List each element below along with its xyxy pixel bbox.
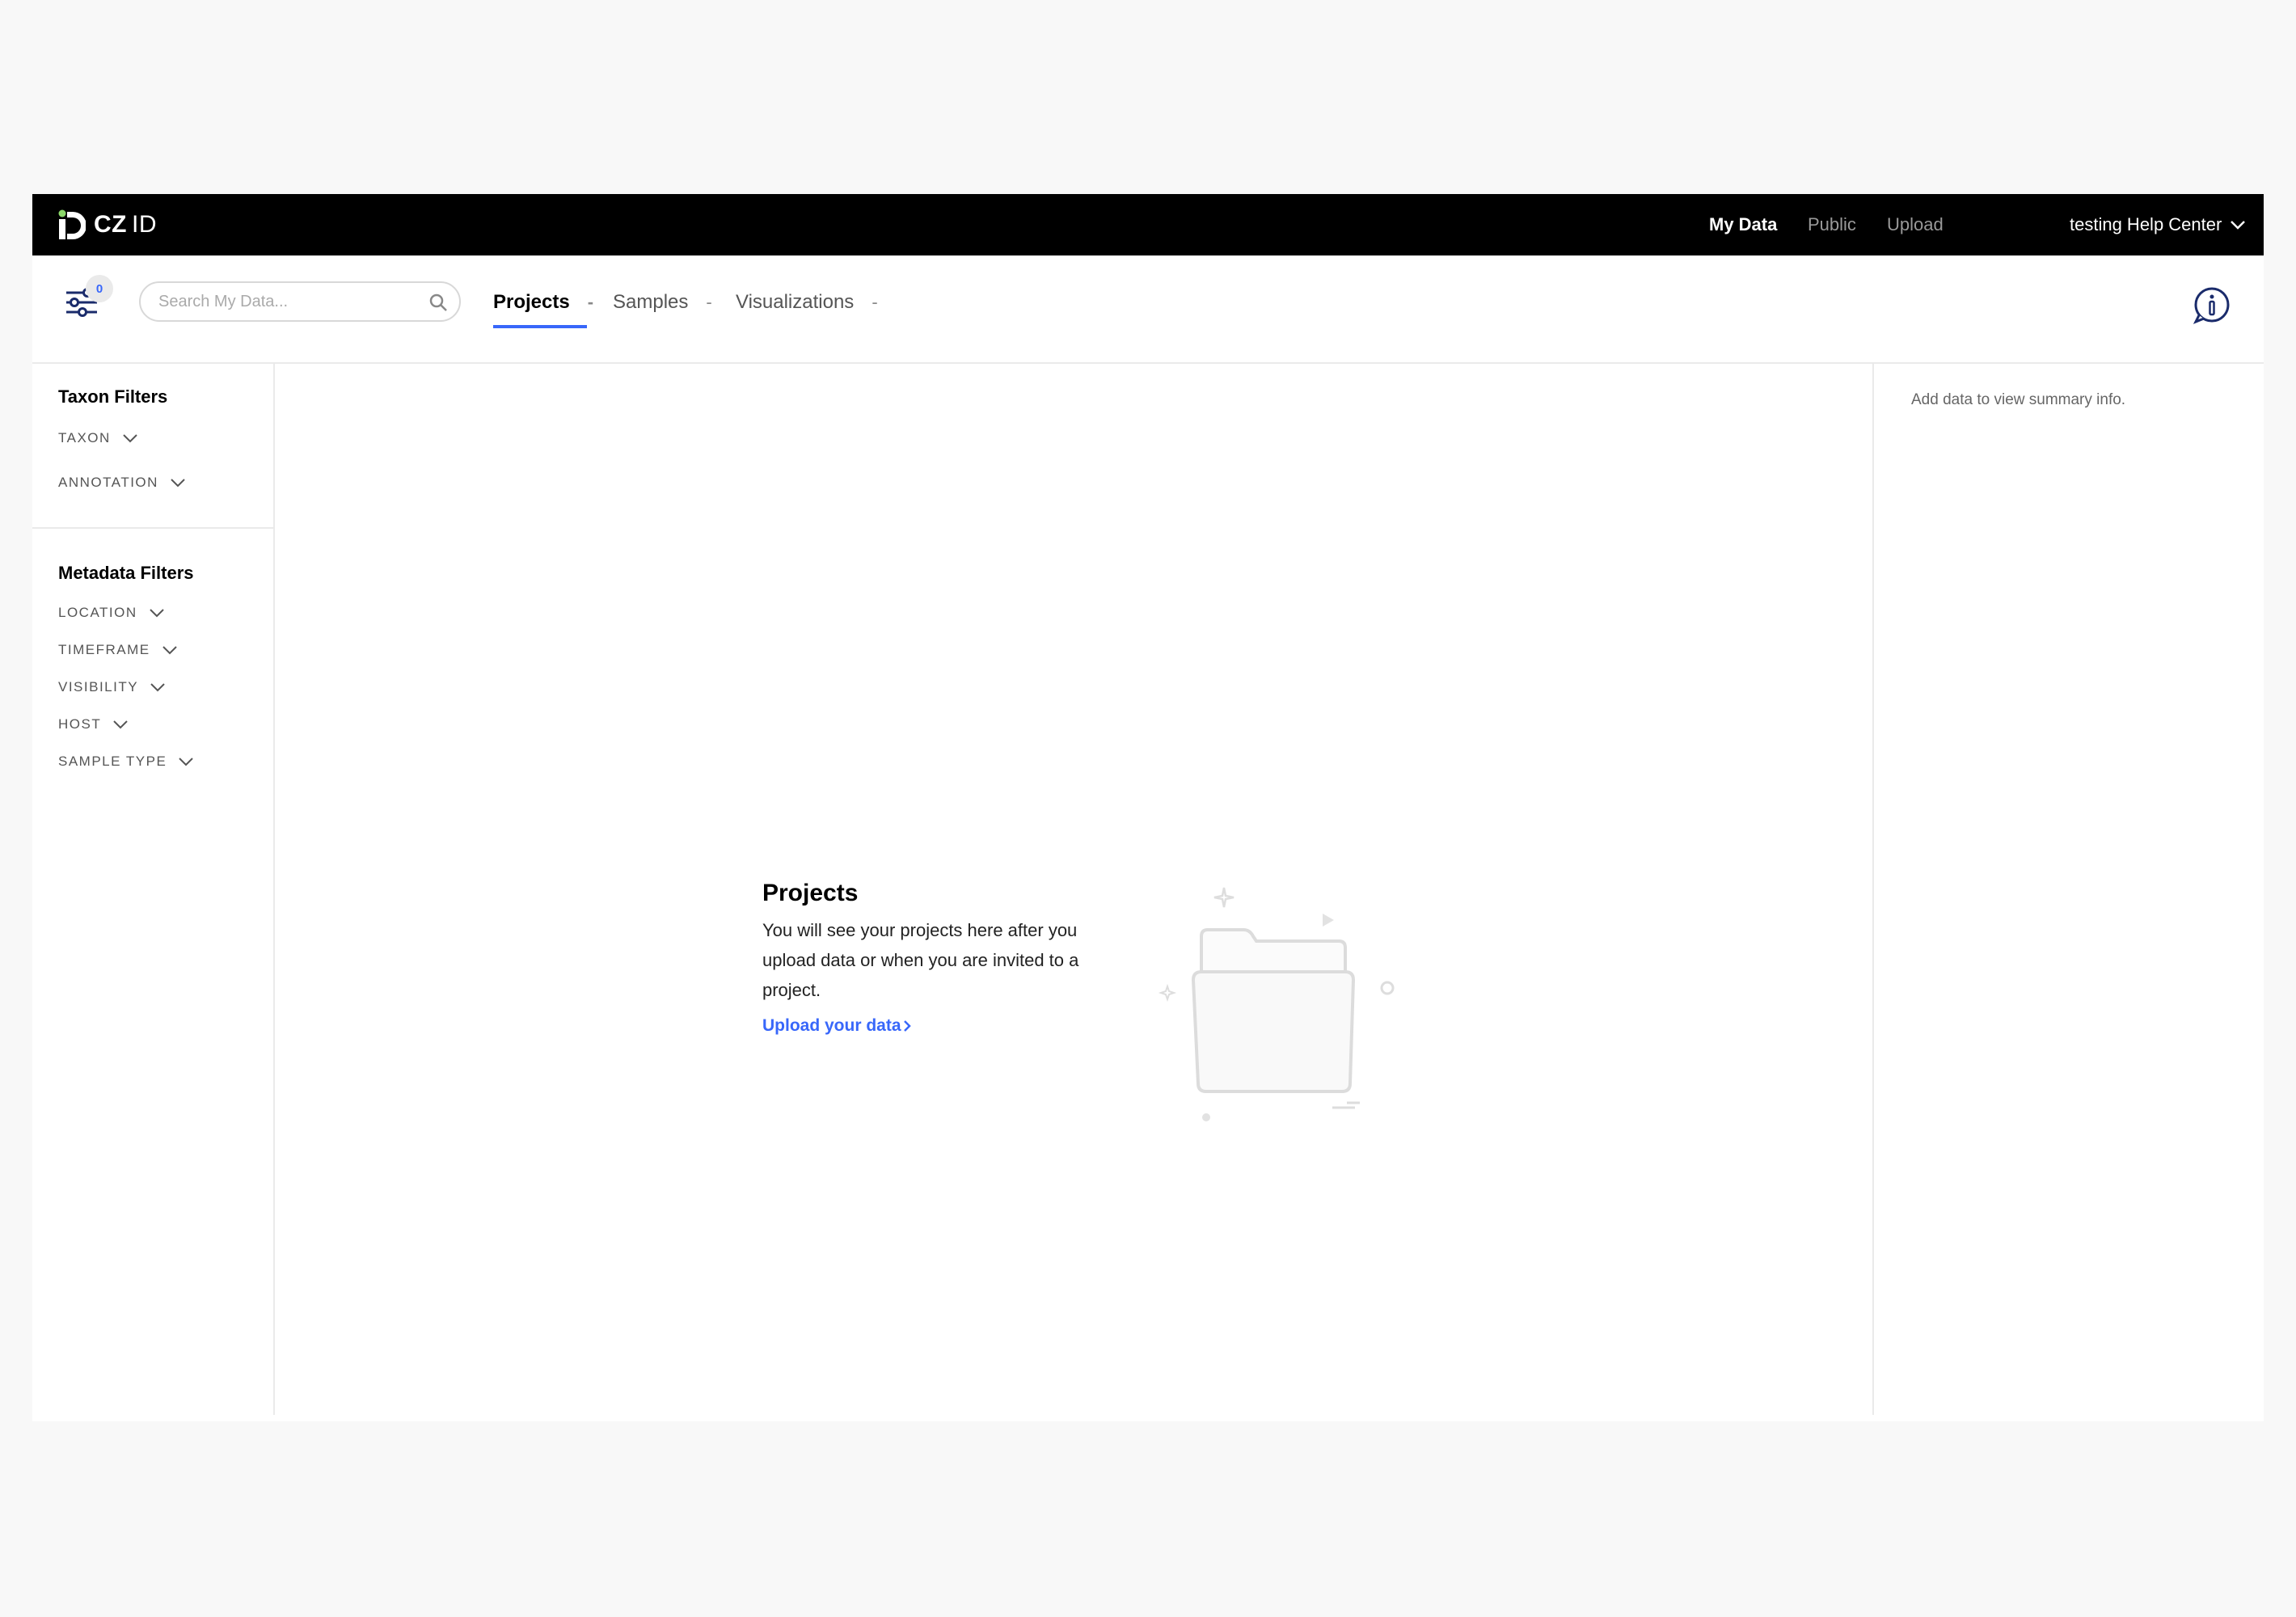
chevron-down-icon — [171, 479, 185, 488]
filter-sample-type-label: SAMPLE TYPE — [58, 754, 167, 769]
summary-text: Add data to view summary info. — [1911, 391, 2126, 408]
user-menu[interactable]: testing Help Center — [2070, 194, 2246, 255]
chevron-down-icon — [2231, 221, 2246, 230]
empty-state: Projects You will see your projects here… — [762, 880, 1118, 1036]
user-menu-label: testing Help Center — [2070, 214, 2222, 234]
tab-visualizations-count: - — [872, 292, 878, 312]
active-tab-indicator — [493, 325, 587, 328]
metadata-filters-title: Metadata Filters — [58, 563, 194, 583]
chevron-down-icon — [150, 683, 165, 692]
filter-timeframe-label: TIMEFRAME — [58, 642, 150, 657]
tab-visualizations-label: Visualizations — [736, 291, 855, 313]
tab-projects-label: Projects — [493, 291, 570, 313]
upload-data-link[interactable]: Upload your data — [762, 1016, 1118, 1036]
filter-location[interactable]: LOCATION — [58, 605, 165, 621]
chevron-right-icon — [903, 1020, 911, 1032]
nav-upload[interactable]: Upload — [1887, 194, 1944, 255]
search-icon[interactable] — [428, 293, 448, 312]
search-box — [139, 281, 461, 322]
upload-data-link-label: Upload your data — [762, 1016, 901, 1035]
folder-illustration-icon — [1158, 887, 1395, 1121]
toolbar: 0 Projects - Samples - Visualizations - — [32, 255, 2264, 364]
filter-sidebar: Taxon Filters TAXON ANNOTATION Metadata … — [32, 364, 275, 1415]
tab-visualizations[interactable]: Visualizations - — [736, 280, 878, 325]
app-window: CZ ID My Data Public Upload testing Help … — [32, 194, 2264, 1421]
filter-host[interactable]: HOST — [58, 716, 129, 733]
filter-annotation[interactable]: ANNOTATION — [58, 475, 186, 491]
tab-samples-count: - — [706, 292, 712, 312]
search-input[interactable] — [157, 291, 419, 312]
chevron-down-icon — [123, 434, 137, 443]
chevron-down-icon — [162, 646, 177, 655]
czid-logo[interactable]: CZ ID — [57, 207, 157, 243]
info-toggle-button[interactable] — [2193, 286, 2231, 329]
top-header: CZ ID My Data Public Upload testing Help … — [32, 194, 2264, 255]
filter-count-badge: 0 — [86, 275, 113, 302]
summary-panel: Add data to view summary info. — [1872, 364, 2265, 1415]
logo-text-id: ID — [132, 211, 157, 238]
nav-public[interactable]: Public — [1808, 194, 1856, 255]
sidebar-divider — [32, 527, 273, 529]
filter-taxon-label: TAXON — [58, 430, 111, 445]
filter-visibility[interactable]: VISIBILITY — [58, 679, 166, 695]
chevron-down-icon — [179, 758, 194, 766]
filter-annotation-label: ANNOTATION — [58, 475, 158, 490]
nav-my-data[interactable]: My Data — [1709, 194, 1777, 255]
filter-location-label: LOCATION — [58, 605, 137, 620]
empty-state-description: You will see your projects here after yo… — [762, 920, 1079, 1000]
tab-samples[interactable]: Samples - — [613, 280, 712, 325]
czid-logo-icon — [58, 209, 86, 239]
taxon-filters-title: Taxon Filters — [58, 386, 168, 407]
info-icon — [2193, 287, 2230, 324]
empty-state-title: Projects — [762, 880, 859, 906]
filter-visibility-label: VISIBILITY — [58, 679, 139, 695]
tab-samples-label: Samples — [613, 291, 689, 313]
chevron-down-icon — [149, 609, 164, 618]
logo-wordmark: CZ ID — [94, 211, 157, 239]
filter-host-label: HOST — [58, 716, 102, 732]
tab-projects-count: - — [587, 292, 594, 312]
logo-text-cz: CZ — [94, 211, 127, 238]
chevron-down-icon — [113, 720, 128, 729]
filter-sample-type[interactable]: SAMPLE TYPE — [58, 754, 194, 770]
filter-taxon[interactable]: TAXON — [58, 430, 138, 446]
filter-timeframe[interactable]: TIMEFRAME — [58, 642, 178, 658]
tab-projects[interactable]: Projects - — [493, 280, 593, 325]
